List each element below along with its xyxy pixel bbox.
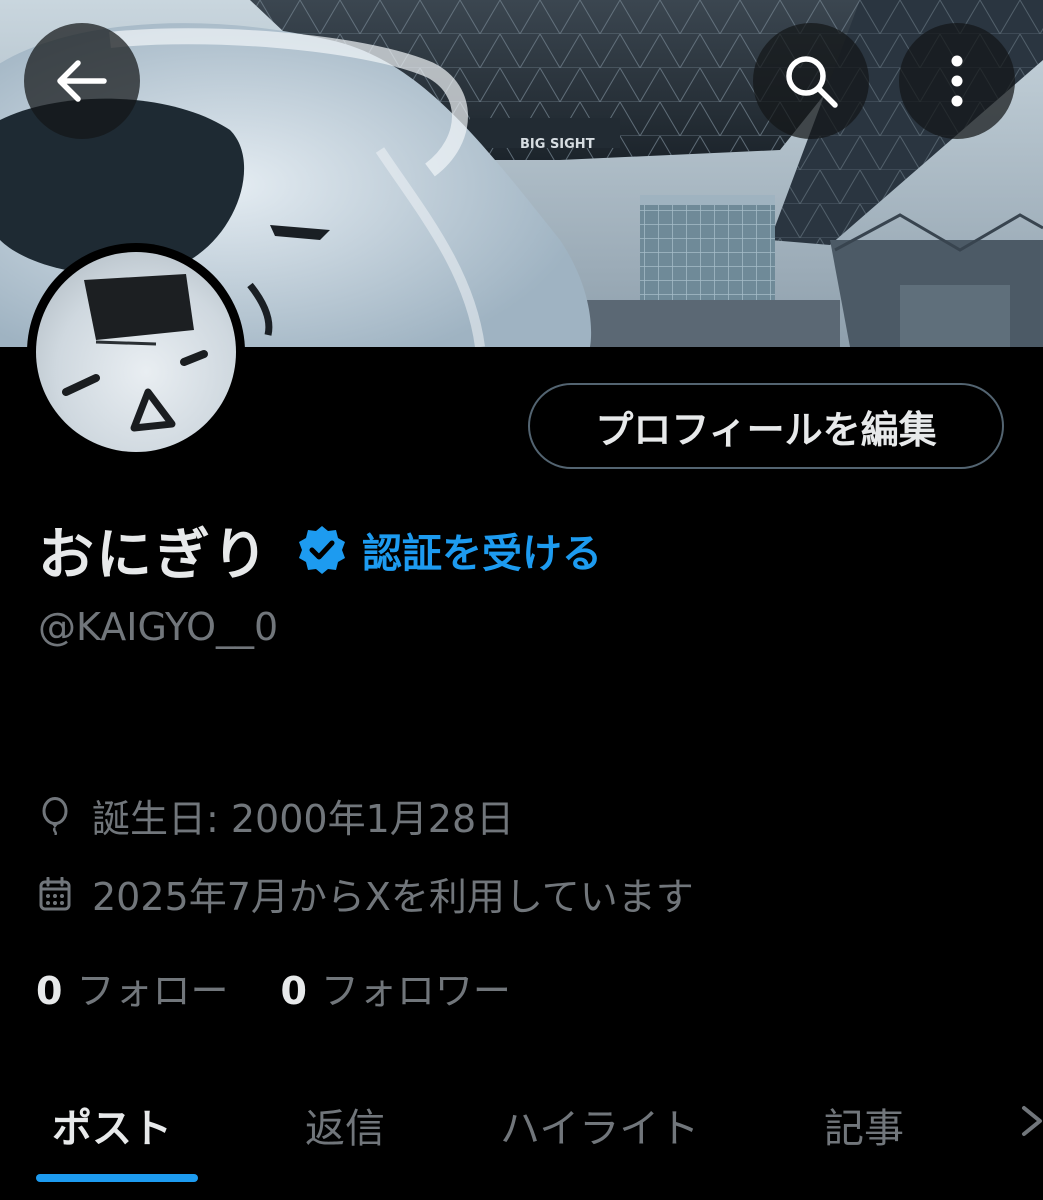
balloon-icon — [38, 796, 72, 835]
banner-sign-text: BIG SIGHT — [520, 137, 595, 152]
chevron-right-icon[interactable] — [1016, 1096, 1043, 1146]
back-button[interactable] — [24, 23, 140, 139]
verified-badge-icon[interactable] — [296, 524, 348, 576]
tab-posts[interactable]: ポスト — [52, 1096, 172, 1154]
user-handle: @KAIGYO__0 — [38, 605, 279, 649]
get-verified-link[interactable]: 認証を受ける — [362, 521, 602, 579]
more-vertical-icon — [951, 55, 963, 107]
display-name: おにぎり — [38, 522, 270, 588]
birthday-text: 誕生日: 2000年1月28日 — [92, 797, 515, 841]
birthday-row: 誕生日: 2000年1月28日 — [38, 788, 514, 843]
edit-profile-button[interactable]: プロフィールを編集 — [528, 383, 1004, 469]
arrow-left-icon — [57, 60, 107, 102]
tab-articles[interactable]: 記事 — [824, 1096, 904, 1154]
search-button[interactable] — [753, 23, 869, 139]
joined-text: 2025年7月からXを利用しています — [92, 875, 694, 919]
avatar[interactable] — [27, 243, 245, 461]
avatar-image — [36, 252, 236, 452]
tab-replies[interactable]: 返信 — [305, 1096, 385, 1154]
profile-tabs: ポスト 返信 ハイライト 記事 — [0, 1080, 1043, 1200]
followers-count: 0 — [280, 969, 307, 1013]
follow-stats: 0 フォロー 0 フォロワー — [36, 960, 511, 1015]
profile-name-row: おにぎり 認証を受ける — [38, 515, 602, 588]
followers-label: フォロワー — [320, 969, 511, 1013]
following-label: フォロー — [76, 969, 229, 1013]
followers-link[interactable]: 0 フォロワー — [280, 960, 510, 1015]
active-tab-indicator — [36, 1174, 198, 1182]
search-icon — [786, 56, 838, 108]
more-options-button[interactable] — [899, 23, 1015, 139]
tab-highlights[interactable]: ハイライト — [500, 1096, 699, 1154]
following-link[interactable]: 0 フォロー — [36, 960, 228, 1015]
joined-row: 2025年7月からXを利用しています — [38, 866, 694, 921]
following-count: 0 — [36, 969, 63, 1013]
calendar-icon — [38, 875, 72, 913]
